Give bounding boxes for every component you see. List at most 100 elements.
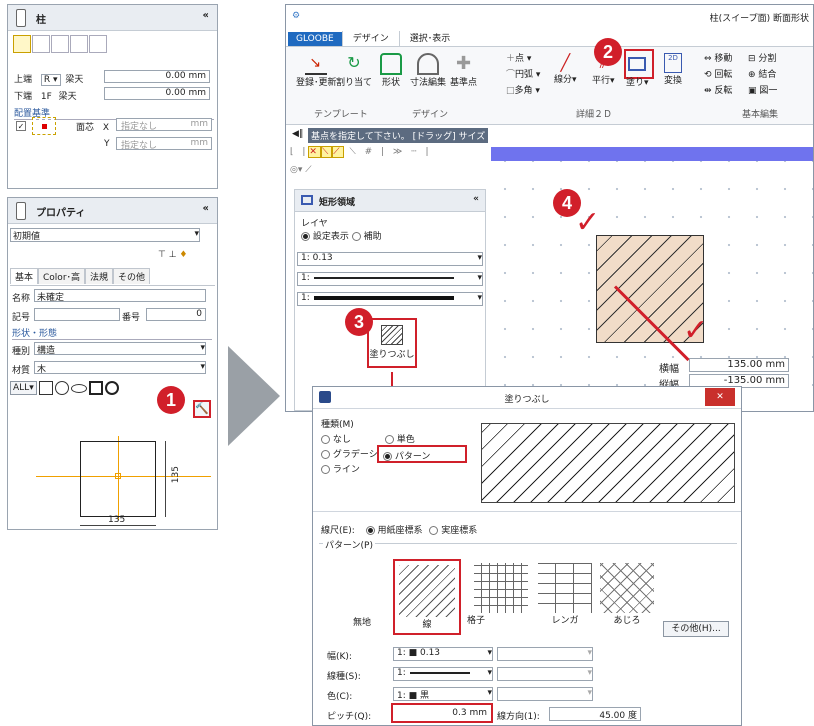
kind-solid-radio[interactable] [384,435,394,444]
type-select[interactable]: 構造 ▾ [34,342,206,356]
circle-shape-icon[interactable] [54,381,69,395]
oval-shape-icon[interactable] [70,383,87,393]
kind-label: 種類(M) [321,420,354,430]
top-offset-input[interactable]: 0.00 mm [104,70,210,83]
back-icon[interactable]: ◀‖ [292,129,303,139]
material-select[interactable]: 木 ▾ [34,361,206,375]
segment-button[interactable]: ╱ 線分▾ [554,53,577,85]
x-input[interactable]: 指定なし mm [116,118,212,132]
name-input[interactable]: 未確定 [34,289,206,303]
collapse-icon[interactable]: « [203,10,209,21]
tab-other[interactable]: その他 [113,268,151,284]
edit-section-button[interactable]: 🔨 [193,400,211,418]
split-button[interactable]: ⊟ 分割 [748,51,776,64]
arrow-right-icon [228,346,280,446]
pattern-plain[interactable]: 無地 [333,565,391,633]
thick-square-icon[interactable] [88,381,103,395]
fill-pattern-button[interactable]: 塗りつぶし [367,318,417,368]
close-icon[interactable]: ✕ [705,388,735,406]
rotate-label: 回転 [714,70,733,80]
join-button[interactable]: ⊕ 結合 [748,67,776,80]
drawing-canvas[interactable]: ✓ ✓ 横幅 135.00 mm 縦幅 -135.00 mm [491,147,813,411]
kind-pattern-radio[interactable] [383,452,392,461]
rotate-button[interactable]: ⟲ 回転 [704,67,732,80]
kind-line-radio[interactable] [321,465,330,474]
thick-circle-icon[interactable] [104,381,119,395]
shape-header: 形状・形態 [12,326,212,340]
step-badge-1: 1 [157,386,185,414]
tab-law[interactable]: 法規 [85,268,114,284]
point-label: 点 [515,54,525,64]
dim-edit-button[interactable]: 寸法編集 [410,53,446,88]
collapse-icon[interactable]: « [473,194,479,204]
house-tool-icon[interactable] [89,35,107,53]
polyline-tool-icon[interactable] [32,35,50,53]
line-width-value: 1: 0.13 [301,253,333,263]
scale-real-radio[interactable] [429,526,439,535]
corner-tool-icon[interactable] [51,35,69,53]
scale-paper-radio[interactable] [365,526,375,535]
grid-tool-icon[interactable] [70,35,88,53]
bottom-offset-input[interactable]: 0.00 mm [104,87,210,100]
top-level-select[interactable]: R ▾ [40,74,61,86]
move-button[interactable]: ⇔ 移動 [704,51,732,64]
arc-button[interactable]: ⌒円弧 ▾ [506,67,540,80]
code-input[interactable] [34,308,120,321]
all-dropdown[interactable]: ALL▾ [10,381,37,395]
kind-grad-radio[interactable] [321,450,330,459]
shape-toolbar [8,31,217,60]
tab-gloobe[interactable]: GLOOBE [288,32,342,46]
tab-basic[interactable]: 基本 [10,268,39,284]
top-offset-value: 0.00 [165,71,186,81]
assign-label: 割り当て [336,78,373,88]
dlg-ltype-select[interactable]: 1: ▾ [393,667,493,681]
number-input[interactable]: 0 [146,308,206,321]
line-width-select[interactable]: 1: 0.13 ▾ [297,252,483,266]
kind-pattern-option[interactable]: パターン [377,445,467,463]
step-badge-2: 2 [594,38,622,66]
dim-horizontal-line [80,525,156,526]
point-button[interactable]: ＋点 ▾ [506,51,531,64]
pattern-grid[interactable]: 格子 [467,563,531,633]
convert-button[interactable]: 2D 変換 [664,53,682,86]
width-input[interactable]: 135.00 mm [689,358,789,372]
ajiro-swatch [600,563,654,613]
square-shape-icon[interactable] [38,381,53,395]
dlg-pitch-input[interactable]: 0.3 mm [391,703,493,723]
pattern-brick[interactable]: レンガ [535,563,595,633]
anchor-grid-icon[interactable] [32,117,56,135]
tab-select-view[interactable]: 選択･表示 [400,29,461,46]
polygon-button[interactable]: □多角 ▾ [506,83,540,96]
line-color-select[interactable]: 1: ▾ [297,292,483,306]
dlg-width-select[interactable]: 1: ■ 0.13 ▾ [393,647,493,661]
register-button[interactable]: ↘ 登録･更新 [296,53,337,88]
preset-select[interactable]: 初期値 ▾ [10,228,200,242]
pattern-line[interactable]: 線 [393,559,461,635]
line-type-select[interactable]: 1: ▾ [297,272,483,286]
one-button[interactable]: ▣ 図一 [748,83,777,96]
layer-aux-radio[interactable] [351,232,361,241]
placement-check[interactable]: ✓ [16,121,26,132]
bottom-level[interactable]: 1F [41,92,52,102]
shape-button[interactable]: 形状 [380,53,402,88]
assign-button[interactable]: ↻ 割り当て [336,53,372,88]
tab-color-height[interactable]: Color･高 [38,268,86,284]
other-pattern-button[interactable]: その他(H)... [663,621,729,637]
checkbox[interactable]: ✓ [16,121,26,131]
flip-label: 反転 [714,86,733,96]
pattern-ajiro-label: あじろ [613,616,641,626]
fill-button[interactable]: 塗り▾ [626,53,649,88]
dlg-ltype-select-2[interactable]: ▾ [497,667,593,681]
line-tool-icon[interactable] [13,35,31,53]
layer-setting-radio[interactable] [301,232,310,241]
collapse-icon[interactable]: « [203,203,209,214]
kind-none-radio[interactable] [321,435,330,444]
y-input[interactable]: 指定なし mm [116,137,212,151]
dlg-dir-input[interactable]: 45.00 度 [549,707,641,721]
flip-button[interactable]: ⇹ 反転 [704,83,732,96]
base-point-button[interactable]: ✚ 基準点 [450,53,477,88]
pattern-ajiro[interactable]: あじろ [597,563,657,633]
dlg-color-select-2[interactable]: ▾ [497,687,593,701]
dlg-color-select[interactable]: 1: ■ 黒 ▾ [393,687,493,701]
dlg-width-select-2[interactable]: ▾ [497,647,593,661]
